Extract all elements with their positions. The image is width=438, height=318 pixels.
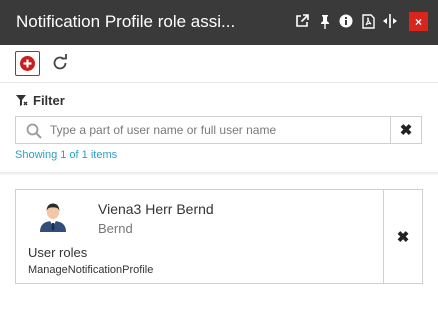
pdf-icon[interactable]: [360, 12, 376, 30]
refresh-icon: [53, 54, 67, 70]
window-title: Notification Profile role assi...: [16, 12, 236, 31]
resize-width-icon[interactable]: [382, 12, 398, 30]
add-button[interactable]: [15, 51, 40, 76]
toolbar-divider: [0, 82, 438, 83]
user-avatar-icon: [40, 203, 66, 232]
clear-search-button[interactable]: ✖: [391, 116, 422, 144]
clear-icon: ✖: [399, 122, 413, 139]
filter-label: Filter: [33, 93, 65, 108]
close-icon: ×: [414, 14, 422, 29]
close-button[interactable]: ×: [409, 12, 428, 31]
search-icon: [26, 123, 42, 139]
window-titlebar: Notification Profile role assi... ×: [0, 0, 438, 45]
remove-user-button[interactable]: ✖: [383, 190, 423, 283]
filter-toggle[interactable]: Filter: [15, 93, 65, 108]
remove-icon: ✖: [396, 228, 410, 246]
user-subname: Bernd: [98, 221, 133, 236]
info-icon[interactable]: [338, 12, 354, 30]
search-input[interactable]: [50, 121, 380, 139]
user-card: Viena3 Herr Bernd Bernd User roles Manag…: [15, 189, 423, 284]
roles-heading: User roles: [28, 245, 88, 260]
external-link-icon[interactable]: [294, 12, 310, 30]
user-name: Viena3 Herr Bernd: [98, 201, 214, 217]
section-divider: [0, 172, 438, 175]
pin-icon[interactable]: [317, 12, 333, 30]
refresh-button[interactable]: [51, 54, 69, 72]
filter-icon: [16, 95, 28, 106]
roles-value: ManageNotificationProfile: [28, 264, 154, 276]
plus-circle-icon: [20, 56, 35, 71]
search-box: [15, 116, 391, 144]
results-count: Showing 1 of 1 items: [15, 149, 118, 161]
